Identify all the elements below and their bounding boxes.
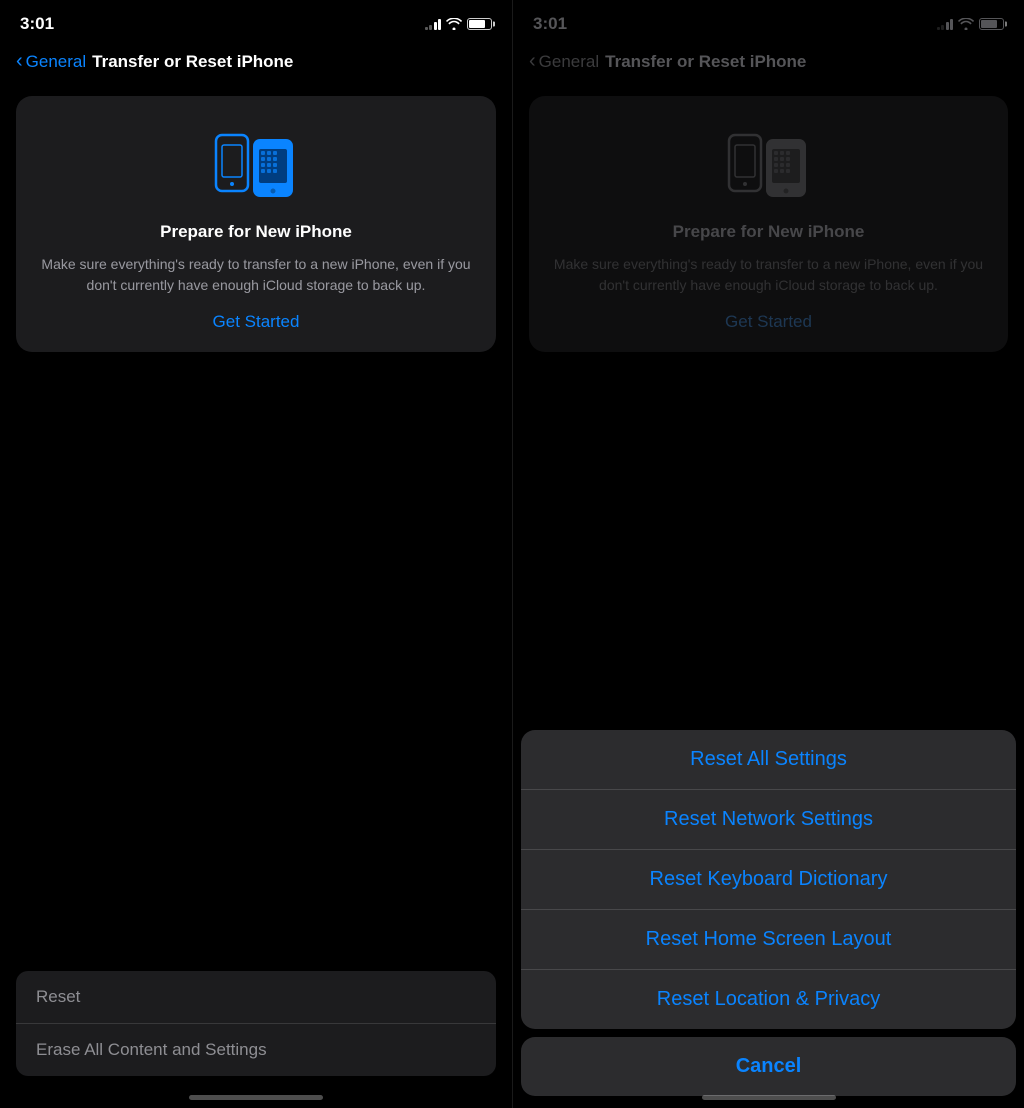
action-reset-home-screen[interactable]: Reset Home Screen Layout xyxy=(521,910,1016,970)
right-nav-title: Transfer or Reset iPhone xyxy=(605,52,806,72)
wifi-icon xyxy=(446,18,462,30)
left-home-indicator xyxy=(189,1095,323,1100)
right-back-label[interactable]: General xyxy=(539,52,599,72)
left-prepare-card: Prepare for New iPhone Make sure everyth… xyxy=(16,96,496,352)
left-prepare-desc: Make sure everything's ready to transfer… xyxy=(36,254,476,296)
left-bottom-space xyxy=(0,1076,512,1108)
right-home-indicator xyxy=(702,1095,836,1100)
action-reset-network-label: Reset Network Settings xyxy=(664,808,873,830)
right-phone-panel: 3:01 ‹ General Transfer or Reset iPhone xyxy=(512,0,1024,1108)
right-transfer-icon xyxy=(724,120,814,210)
left-back-label[interactable]: General xyxy=(26,52,86,72)
action-reset-all-settings[interactable]: Reset All Settings xyxy=(521,730,1016,790)
action-reset-keyboard[interactable]: Reset Keyboard Dictionary xyxy=(521,850,1016,910)
left-status-icons xyxy=(425,18,493,30)
action-reset-all-settings-label: Reset All Settings xyxy=(690,748,847,770)
action-reset-location-label: Reset Location & Privacy xyxy=(657,988,880,1010)
right-prepare-title: Prepare for New iPhone xyxy=(673,222,865,242)
action-reset-keyboard-label: Reset Keyboard Dictionary xyxy=(650,868,888,890)
right-prepare-desc: Make sure everything's ready to transfer… xyxy=(549,254,988,296)
left-reset-section: Reset Erase All Content and Settings xyxy=(16,971,496,1076)
left-phone-panel: 3:01 ‹ General Transfer or Reset iPhone xyxy=(0,0,512,1108)
left-reset-item-reset[interactable]: Reset xyxy=(16,971,496,1024)
right-signal-icon xyxy=(937,18,954,30)
right-battery-icon xyxy=(979,18,1004,30)
left-chevron-icon: ‹ xyxy=(16,50,23,73)
action-cancel-button[interactable]: Cancel xyxy=(521,1037,1016,1096)
right-prepare-card: Prepare for New iPhone Make sure everyth… xyxy=(529,96,1008,352)
action-reset-home-screen-label: Reset Home Screen Layout xyxy=(646,928,892,950)
right-nav-bar: ‹ General Transfer or Reset iPhone xyxy=(513,44,1024,88)
right-back-button[interactable]: ‹ General xyxy=(529,51,599,73)
action-sheet-options: Reset All Settings Reset Network Setting… xyxy=(521,730,1016,1029)
right-status-icons xyxy=(937,18,1005,30)
signal-icon xyxy=(425,18,442,30)
right-status-time: 3:01 xyxy=(533,14,567,34)
left-nav-title: Transfer or Reset iPhone xyxy=(92,52,293,72)
right-action-sheet: Reset All Settings Reset Network Setting… xyxy=(513,730,1024,1108)
left-reset-label: Reset xyxy=(36,987,80,1006)
left-prepare-title: Prepare for New iPhone xyxy=(160,222,352,242)
left-erase-label: Erase All Content and Settings xyxy=(36,1040,267,1059)
left-back-button[interactable]: ‹ General xyxy=(16,51,86,73)
action-reset-network[interactable]: Reset Network Settings xyxy=(521,790,1016,850)
right-get-started-button[interactable]: Get Started xyxy=(725,312,812,332)
left-erase-item[interactable]: Erase All Content and Settings xyxy=(16,1024,496,1076)
left-nav-bar: ‹ General Transfer or Reset iPhone xyxy=(0,44,512,88)
action-reset-location[interactable]: Reset Location & Privacy xyxy=(521,970,1016,1029)
right-chevron-icon: ‹ xyxy=(529,50,536,73)
right-status-bar: 3:01 xyxy=(513,0,1024,44)
right-wifi-icon xyxy=(958,18,974,30)
battery-icon xyxy=(467,18,492,30)
left-spacer xyxy=(0,360,512,955)
action-cancel-label: Cancel xyxy=(736,1055,802,1077)
left-status-bar: 3:01 xyxy=(0,0,512,44)
left-transfer-icon xyxy=(211,120,301,210)
left-get-started-button[interactable]: Get Started xyxy=(213,312,300,332)
left-status-time: 3:01 xyxy=(20,14,54,34)
